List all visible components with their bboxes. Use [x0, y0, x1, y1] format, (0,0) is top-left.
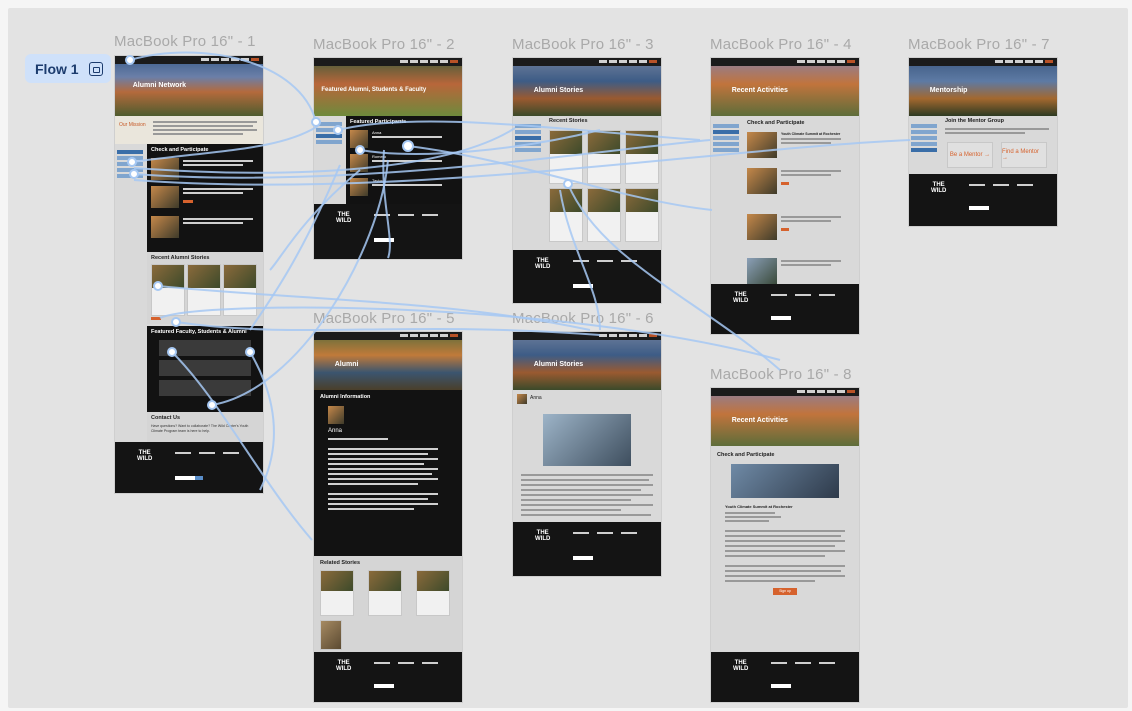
sidebar-nav[interactable]: [515, 122, 541, 154]
hero-title: Featured Alumni, Students & Faculty: [321, 87, 427, 93]
flow-label: Flow 1: [35, 60, 79, 77]
frame-2-featured[interactable]: Featured Alumni, Students & Faculty Feat…: [313, 57, 463, 260]
site-footer: THE WILD: [115, 442, 263, 493]
top-nav[interactable]: [201, 58, 259, 61]
sidebar-nav[interactable]: [911, 122, 937, 154]
mentor-group-title: Join the Mentor Group: [945, 118, 1004, 124]
featured-participants-section: Featured Participants Anna Romero Taylor: [346, 116, 462, 204]
frame-title-5[interactable]: MacBook Pro 16" - 5: [313, 310, 455, 327]
event-image: [731, 464, 839, 498]
hero-image: Alumni: [314, 332, 462, 390]
check-participate-title: Check and Participate: [747, 120, 805, 126]
contact-section: Contact Us Have questions? Want to colla…: [147, 412, 263, 442]
play-frame-icon[interactable]: [88, 61, 103, 76]
site-footer: THE WILD: [711, 284, 859, 334]
hero-image: Featured Alumni, Students & Faculty: [314, 58, 462, 116]
flow-starting-point[interactable]: Flow 1: [25, 54, 111, 83]
hero-image: Mentorship: [909, 58, 1057, 116]
alumni-information-section: Alumni Information Anna: [314, 390, 462, 556]
story-author-name: Anna: [530, 395, 542, 401]
hero-image: Alumni Stories: [513, 332, 661, 390]
site-footer: THE WILD: [513, 522, 661, 576]
frame-title-2[interactable]: MacBook Pro 16" - 2: [313, 36, 455, 53]
site-footer: THE WILD: [314, 204, 462, 259]
hero-title: Recent Activities: [731, 417, 788, 424]
wild-center-logo: THE WILD: [137, 450, 153, 462]
person-name-3[interactable]: Taylor: [372, 178, 383, 183]
mission-title: Our Mission: [119, 122, 146, 128]
check-participate-section: Check and Participate: [147, 144, 263, 252]
frame-7-mentorship[interactable]: Mentorship Join the Mentor Group Be a Me…: [908, 57, 1058, 227]
frame-title-3[interactable]: MacBook Pro 16" - 3: [512, 36, 654, 53]
person-name-2[interactable]: Romero: [372, 154, 386, 159]
related-stories-title: Related Stories: [320, 560, 361, 566]
frame-1-homepage[interactable]: Alumni Network Our Mission Check and Par…: [114, 55, 264, 494]
frame-3-alumni-stories[interactable]: Alumni Stories Recent Stories THE WILD: [512, 57, 662, 304]
hero-title: Mentorship: [929, 87, 968, 94]
featured-participants-title: Featured Participants: [350, 119, 407, 125]
alumni-name: Anna: [328, 428, 343, 434]
hero-image: Alumni Network: [115, 56, 263, 116]
hero-title: Recent Activities: [731, 87, 788, 94]
frame-4-recent-activities[interactable]: Recent Activities Check and Participate …: [710, 57, 860, 335]
event-title[interactable]: Youth Climate Summit at Rochester: [781, 132, 840, 136]
related-stories-section: Related Stories: [314, 556, 462, 652]
site-footer: THE WILD: [513, 250, 661, 303]
frame-8-event-detail[interactable]: Recent Activities Check and Participate …: [710, 387, 860, 703]
check-participate-title: Check and Participate: [717, 452, 775, 458]
be-mentor-button[interactable]: Be a Mentor →: [947, 142, 993, 168]
person-name-1[interactable]: Anna: [372, 130, 381, 135]
frame-title-8[interactable]: MacBook Pro 16" - 8: [710, 366, 852, 383]
frame-title-4[interactable]: MacBook Pro 16" - 4: [710, 36, 852, 53]
hero-title: Alumni Stories: [533, 87, 584, 94]
sidebar-nav[interactable]: [117, 148, 143, 180]
event-title: Youth Climate Summit at Rochester: [725, 504, 793, 509]
contact-title: Contact Us: [151, 415, 181, 421]
frame-title-1[interactable]: MacBook Pro 16" - 1: [114, 33, 256, 50]
recent-alumni-section: Recent Alumni Stories: [147, 252, 263, 324]
recent-alumni-title: Recent Alumni Stories: [151, 255, 210, 261]
check-participate-title: Check and Participate: [151, 147, 209, 153]
hero-image: Recent Activities: [711, 388, 859, 446]
hero-title: Alumni Network: [132, 82, 187, 90]
recent-stories-title: Recent Stories: [549, 118, 588, 124]
sidebar-nav[interactable]: [713, 122, 739, 154]
sign-up-button[interactable]: Sign up: [773, 588, 797, 595]
featured-title: Featured Faculty, Students & Alumni: [151, 329, 247, 335]
hero-title: Alumni Stories: [533, 361, 584, 368]
sidebar-nav[interactable]: [316, 120, 342, 146]
hero-title: Alumni: [334, 361, 359, 368]
frame-5-alumni-profile[interactable]: Alumni Alumni Information Anna Related S…: [313, 331, 463, 703]
find-mentor-button[interactable]: Find a Mentor →: [1001, 142, 1047, 168]
frame-6-story-detail[interactable]: Alumni Stories Anna THE WILD: [512, 331, 662, 577]
hero-image: Recent Activities: [711, 58, 859, 116]
site-footer: THE WILD: [909, 174, 1057, 226]
site-footer: THE WILD: [314, 652, 462, 702]
featured-section: Featured Faculty, Students & Alumni: [147, 326, 263, 412]
hero-image: Alumni Stories: [513, 58, 661, 116]
story-image: [543, 414, 631, 466]
contact-text: Have questions? Want to collaborate? The…: [151, 424, 249, 433]
design-canvas: Flow 1 MacBook Pro 16" - 1 MacBook Pro 1…: [0, 0, 1132, 711]
mission-band: Our Mission: [115, 116, 263, 144]
site-footer: THE WILD: [711, 652, 859, 702]
frame-title-7[interactable]: MacBook Pro 16" - 7: [908, 36, 1050, 53]
alumni-information-title: Alumni Information: [320, 394, 371, 400]
frame-title-6[interactable]: MacBook Pro 16" - 6: [512, 310, 654, 327]
